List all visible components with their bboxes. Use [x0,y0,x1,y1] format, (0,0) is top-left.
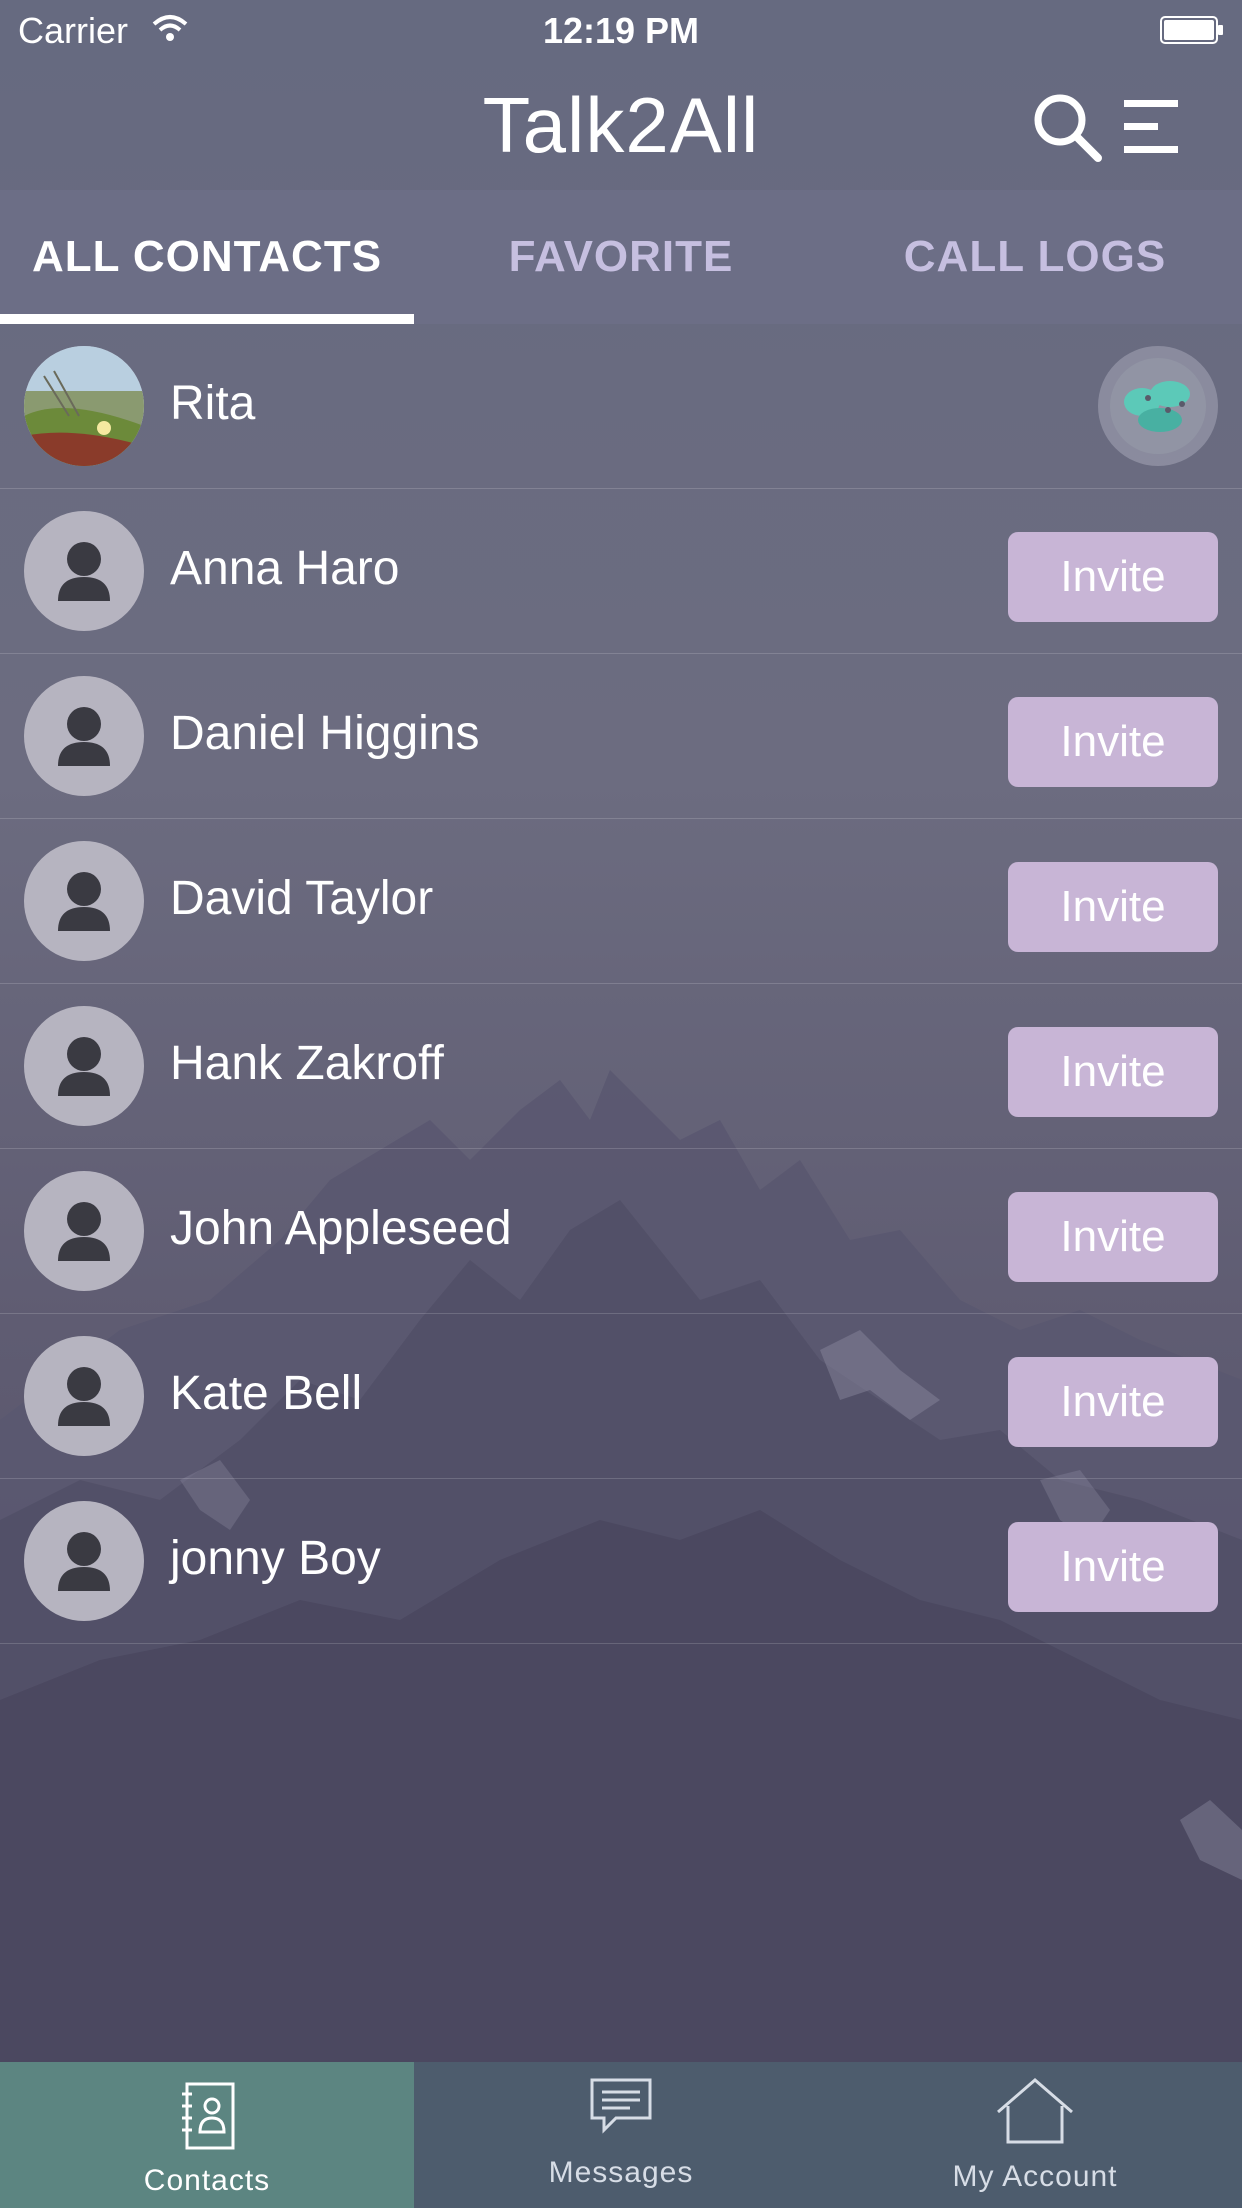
contact-row[interactable]: jonny Boy Invite [0,1479,1242,1644]
app-screen: Carrier 12:19 PM Talk2All ALL CONTACTS F… [0,0,1242,2208]
contact-name: John Appleseed [170,1202,512,1255]
invite-button[interactable]: Invite [1008,862,1218,952]
invite-button[interactable]: Invite [1008,1192,1218,1282]
contact-row[interactable]: Kate Bell Invite [0,1314,1242,1479]
home-icon [997,2078,1073,2144]
invite-button[interactable]: Invite [1008,1357,1218,1447]
person-icon [24,676,144,796]
invite-button[interactable]: Invite [1008,1522,1218,1612]
contact-tabs: ALL CONTACTS FAVORITE CALL LOGS [0,190,1242,324]
tab-bar-item-contacts[interactable]: Contacts [0,2062,414,2208]
person-icon [24,1501,144,1621]
contact-row[interactable]: David Taylor Invite [0,819,1242,984]
photo-avatar [24,346,144,466]
contact-name: jonny Boy [170,1532,381,1585]
battery-icon [1160,16,1223,44]
contact-name: David Taylor [170,872,434,925]
contact-row[interactable]: Daniel Higgins Invite [0,654,1242,819]
contact-name: Kate Bell [170,1367,363,1420]
app-user-badge-icon [1098,346,1218,466]
contact-name: Rita [170,377,256,430]
contact-name: Hank Zakroff [170,1037,444,1090]
contact-name: Anna Haro [170,542,400,595]
tab-call-logs[interactable]: CALL LOGS [828,190,1242,324]
status-time: 12:19 PM [542,10,700,51]
person-icon [24,841,144,961]
tab-bar-label: My Account [952,2160,1118,2193]
contacts-book-icon [182,2082,235,2150]
search-button[interactable] [1030,90,1104,164]
contact-row-rita[interactable]: Rita [0,324,1242,489]
contact-row[interactable]: Anna Haro Invite [0,489,1242,654]
menu-button[interactable] [1118,94,1184,160]
bottom-tab-bar: Contacts Messages My Account [0,2062,1242,2208]
tab-bar-label: Contacts [143,2164,271,2197]
person-icon [24,1336,144,1456]
tab-bar-item-my-account[interactable]: My Account [828,2062,1242,2208]
person-icon [24,511,144,631]
tab-bar-item-messages[interactable]: Messages [414,2062,828,2208]
menu-icon [1124,100,1178,153]
contact-row[interactable]: John Appleseed Invite [0,1149,1242,1314]
invite-button[interactable]: Invite [1008,1027,1218,1117]
contact-name: Daniel Higgins [170,707,480,760]
tab-favorite[interactable]: FAVORITE [414,190,828,324]
search-icon [1034,94,1102,162]
person-icon [24,1006,144,1126]
person-icon [24,1171,144,1291]
invite-button[interactable]: Invite [1008,532,1218,622]
status-bar: Carrier 12:19 PM [0,0,1242,62]
tab-bar-label: Messages [548,2156,694,2189]
invite-button[interactable]: Invite [1008,697,1218,787]
contact-list: Rita Anna Haro Invite Daniel Higgins Inv… [0,324,1242,1644]
contact-row[interactable]: Hank Zakroff Invite [0,984,1242,1149]
app-header: Talk2All [0,62,1242,190]
tab-all-contacts[interactable]: ALL CONTACTS [0,190,414,324]
message-bubble-icon [590,2078,652,2134]
